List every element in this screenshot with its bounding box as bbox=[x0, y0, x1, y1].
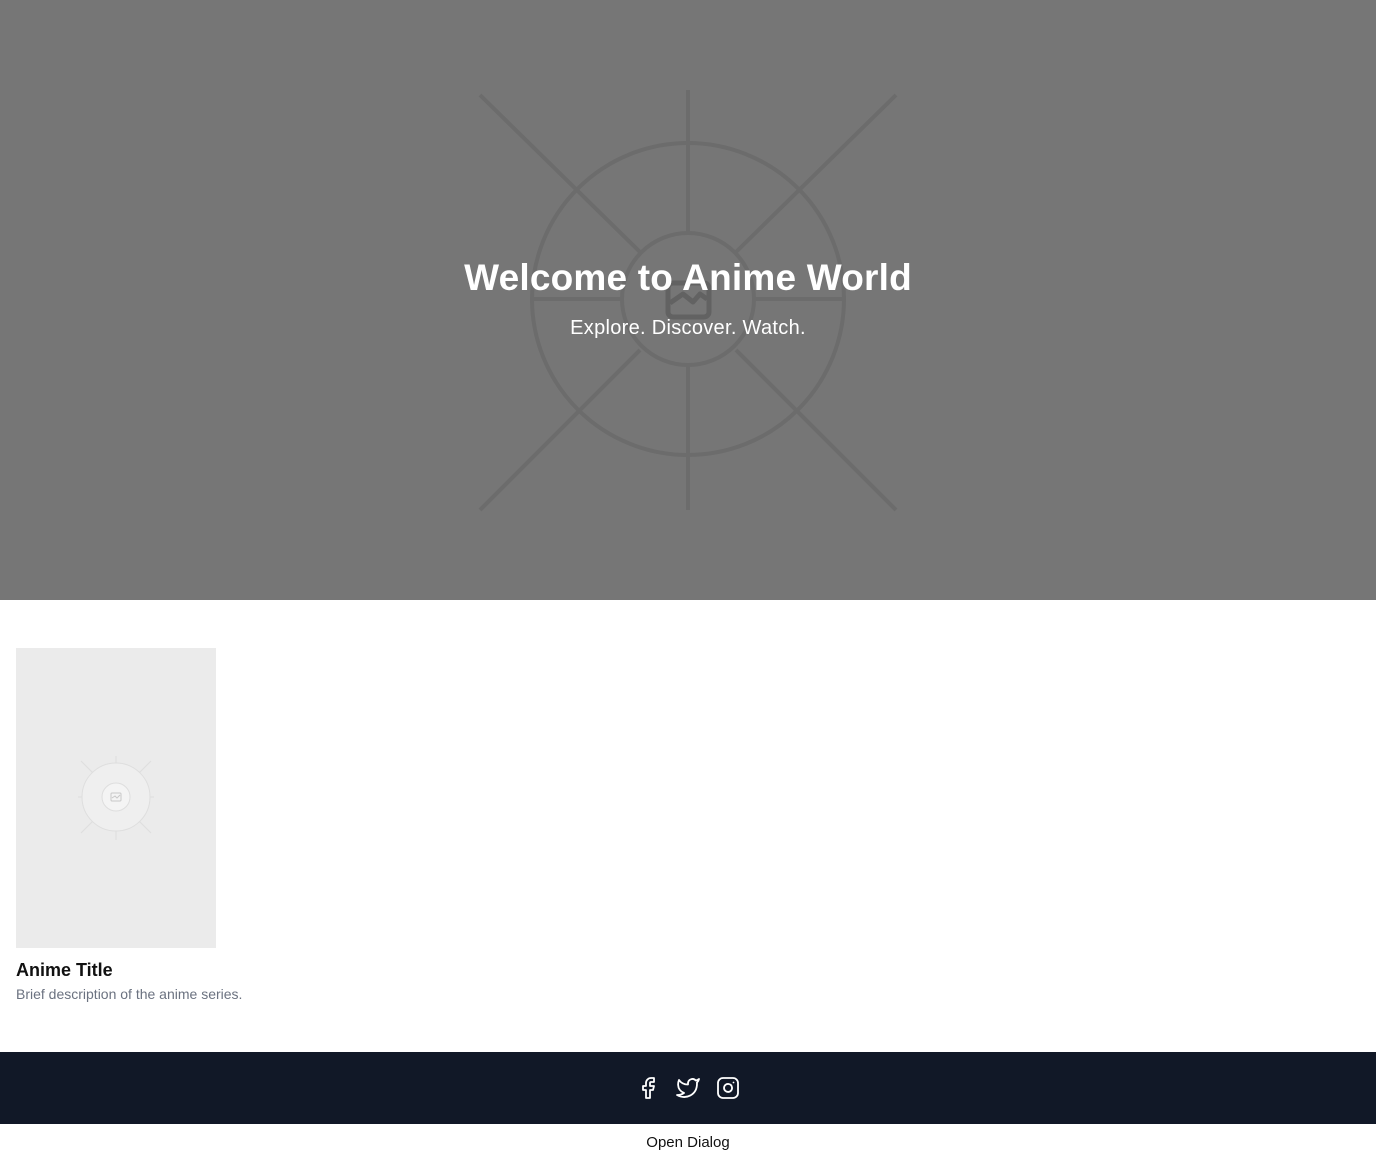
anime-card-description: Brief description of the anime series. bbox=[16, 986, 243, 1002]
hero-subtitle: Explore. Discover. Watch. bbox=[570, 317, 806, 339]
anime-card-title[interactable]: Anime Title bbox=[16, 959, 316, 981]
hero-section: Welcome to Anime World Explore. Discover… bbox=[0, 0, 1376, 600]
hero-title: Welcome to Anime World bbox=[464, 257, 912, 298]
social-links bbox=[0, 1052, 1376, 1124]
footer bbox=[0, 1052, 1376, 1124]
image-placeholder-icon bbox=[78, 756, 154, 840]
anime-card-image bbox=[16, 648, 216, 948]
facebook-icon[interactable] bbox=[636, 1076, 660, 1100]
instagram-icon[interactable] bbox=[716, 1076, 740, 1100]
twitter-icon[interactable] bbox=[676, 1076, 700, 1100]
dialog-trigger-area: Open Dialog bbox=[0, 1124, 1376, 1164]
open-dialog-button[interactable]: Open Dialog bbox=[646, 1134, 729, 1151]
hero-text: Welcome to Anime World Explore. Discover… bbox=[0, 252, 1376, 342]
anime-list: Anime Title Brief description of the ani… bbox=[0, 600, 1376, 1052]
anime-card[interactable]: Anime Title Brief description of the ani… bbox=[16, 648, 316, 1004]
